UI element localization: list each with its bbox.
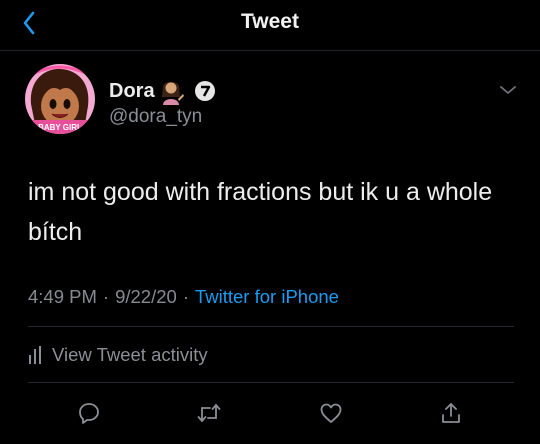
separator: · xyxy=(182,286,189,307)
reply-button[interactable] xyxy=(74,398,104,428)
separator: · xyxy=(102,286,110,307)
tweet-text: im not good with fractions but ik u a wh… xyxy=(28,178,493,246)
retweet-button[interactable] xyxy=(194,398,224,428)
author-handle[interactable]: @dora_tyn xyxy=(109,106,202,128)
divider xyxy=(28,382,514,383)
tweet-source-link[interactable]: Twitter for iPhone xyxy=(195,286,339,307)
share-button[interactable] xyxy=(436,398,466,428)
view-tweet-activity-label: View Tweet activity xyxy=(52,344,208,365)
bar-chart-icon xyxy=(29,346,41,364)
reply-icon xyxy=(79,403,99,424)
avatar[interactable]: BABY GIRL xyxy=(25,64,95,134)
avatar-badge-text: BABY GIRL xyxy=(38,123,82,132)
person-tipping-hand-emoji-icon xyxy=(162,81,184,105)
divider xyxy=(28,326,514,327)
author-display-name[interactable]: Dora xyxy=(109,80,155,103)
tweet-date: 9/22/20 xyxy=(115,286,177,307)
retweet-icon xyxy=(197,404,221,422)
heart-icon xyxy=(320,403,342,423)
share-icon xyxy=(442,403,460,423)
more-options-button[interactable] xyxy=(494,78,522,102)
verified-badge-icon xyxy=(195,81,215,101)
like-button[interactable] xyxy=(316,398,346,428)
tweet-metadata: 4:49 PM · 9/22/20 · Twitter for iPhone xyxy=(28,286,339,308)
tweet-time: 4:49 PM xyxy=(28,286,97,307)
view-tweet-activity-link[interactable]: View Tweet activity xyxy=(28,342,208,368)
chevron-down-icon xyxy=(500,86,516,94)
top-navigation-bar: Tweet xyxy=(0,0,540,51)
page-title: Tweet xyxy=(241,10,299,33)
